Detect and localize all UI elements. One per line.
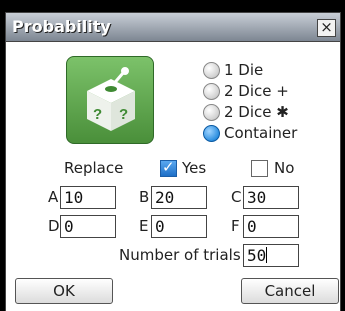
left-edge-marker — [5, 55, 6, 71]
radio-option-1-die[interactable]: 1 Die — [203, 59, 263, 81]
radio-option-2-dice-times[interactable]: 2 Dice ✱ — [203, 101, 289, 123]
radio-button[interactable] — [203, 82, 220, 100]
field-d-label: D — [48, 217, 60, 235]
radio-button[interactable] — [203, 103, 220, 121]
radio-option-container[interactable]: Container — [203, 122, 297, 144]
no-label: No — [274, 159, 295, 177]
yes-label: Yes — [182, 159, 207, 177]
no-checkbox[interactable] — [251, 160, 268, 177]
radio-button[interactable] — [203, 61, 220, 79]
field-b-label: B — [139, 188, 150, 206]
trials-input[interactable]: 50 — [243, 244, 299, 267]
field-f-input[interactable]: 0 — [243, 215, 299, 238]
close-icon: × — [320, 18, 333, 36]
field-e-input[interactable]: 0 — [151, 215, 207, 238]
radio-option-2-dice-plus[interactable]: 2 Dice + — [203, 80, 289, 102]
field-d-input[interactable]: 0 — [60, 215, 116, 238]
probability-dialog: Probability × ? ? 1 Die 2 Dice + 2 Dice … — [0, 0, 345, 311]
field-a-input[interactable]: 10 — [60, 186, 116, 209]
check-icon: ✓ — [162, 158, 175, 176]
trials-value: 50 — [247, 246, 267, 265]
dice-svg-icon: ? ? — [87, 67, 135, 131]
text-caret — [266, 247, 268, 263]
replace-label: Replace — [64, 159, 124, 177]
title-bar[interactable]: Probability × — [5, 12, 341, 42]
close-button[interactable]: × — [317, 19, 336, 37]
field-e-label: E — [139, 217, 149, 235]
container-dice-icon: ? ? — [66, 56, 154, 144]
ok-button[interactable]: OK — [15, 278, 113, 304]
field-f-label: F — [231, 217, 240, 235]
field-c-input[interactable]: 30 — [243, 186, 299, 209]
svg-text:?: ? — [119, 106, 128, 123]
field-c-label: C — [231, 188, 242, 206]
field-a-label: A — [48, 188, 59, 206]
trials-label: Number of trials — [119, 246, 241, 264]
radio-button-selected[interactable] — [203, 124, 220, 142]
cancel-button[interactable]: Cancel — [241, 278, 339, 304]
field-b-input[interactable]: 20 — [151, 186, 207, 209]
svg-text:?: ? — [93, 106, 102, 123]
yes-checkbox[interactable]: ✓ — [160, 158, 177, 177]
window-title: Probability — [12, 17, 111, 36]
